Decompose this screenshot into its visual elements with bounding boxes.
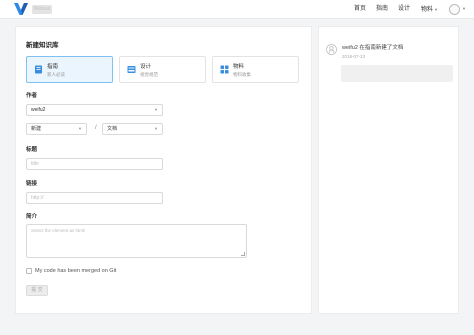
nav-item-guide[interactable]: 指南 bbox=[376, 6, 388, 13]
activity-placeholder-bar bbox=[341, 65, 453, 82]
title-label: 标题 bbox=[26, 147, 38, 153]
intro-placeholder: Select the element as html! bbox=[31, 228, 86, 233]
type-card-title: 指南 bbox=[47, 64, 59, 70]
author-label: 作者 bbox=[26, 93, 38, 99]
page-title: 新建知识库 bbox=[26, 42, 59, 49]
merged-checkbox-label[interactable]: My code has been merged on Git bbox=[35, 268, 116, 274]
chevron-down-icon[interactable]: ▼ bbox=[462, 6, 466, 11]
type-card-title: 设计 bbox=[140, 64, 152, 70]
activity-user[interactable]: weifu2 bbox=[342, 45, 358, 51]
link-label: 链接 bbox=[26, 181, 38, 187]
top-navbar: Weisue 首页 指南 设计 物料▼ ▼ bbox=[0, 0, 474, 19]
nav-item-materials[interactable]: 物料▼ bbox=[421, 6, 438, 14]
type-card-design[interactable]: 设计 视觉规范 bbox=[119, 56, 206, 83]
logo-icon[interactable] bbox=[14, 3, 28, 15]
merged-checkbox[interactable] bbox=[26, 268, 32, 274]
grid-icon bbox=[220, 65, 229, 74]
type-card-title: 物料 bbox=[233, 64, 245, 70]
author-value: weifu2 bbox=[31, 107, 46, 113]
doc-type-select[interactable]: 文档 ▼ bbox=[102, 123, 163, 135]
chevron-down-icon: ▼ bbox=[434, 7, 438, 12]
intro-textarea[interactable]: Select the element as html! bbox=[26, 224, 247, 258]
user-avatar[interactable] bbox=[449, 4, 460, 15]
brand-name: Weisue bbox=[32, 5, 52, 14]
submit-button[interactable]: 提 交 bbox=[26, 285, 48, 296]
select-separator: / bbox=[95, 125, 97, 131]
doc-type-value: 文档 bbox=[107, 126, 118, 132]
type-card-materials[interactable]: 物料 物料收集 bbox=[212, 56, 299, 83]
github-avatar-icon bbox=[326, 44, 337, 55]
author-select[interactable]: weifu2 ▼ bbox=[26, 104, 163, 116]
image-icon bbox=[127, 66, 136, 73]
activity-date: 2018-07-23 bbox=[342, 54, 366, 59]
title-input[interactable]: title bbox=[26, 158, 163, 170]
nav-item-home[interactable]: 首页 bbox=[354, 6, 366, 13]
type-card-desc: 视觉规范 bbox=[140, 72, 158, 77]
create-knowledge-base-form: 新建知识库 指南 新人必读 设计 视觉规范 物料 物料收集 作者 weifu2 … bbox=[15, 26, 312, 314]
activity-action: 在指南新建了文档 bbox=[357, 45, 404, 51]
chevron-down-icon: ▼ bbox=[154, 107, 158, 112]
book-icon bbox=[35, 65, 42, 74]
type-card-guide[interactable]: 指南 新人必读 bbox=[26, 56, 113, 83]
intro-label: 简介 bbox=[26, 214, 38, 220]
link-input[interactable]: http:// bbox=[26, 192, 163, 204]
category-value: 新建 bbox=[31, 126, 42, 132]
nav-item-materials-label: 物料 bbox=[421, 7, 434, 13]
activity-item-text: weifu2 在指南新建了文档 bbox=[342, 45, 403, 51]
type-card-desc: 物料收集 bbox=[233, 72, 251, 77]
type-card-desc: 新人必读 bbox=[47, 72, 65, 77]
resize-handle-icon[interactable] bbox=[241, 252, 245, 256]
nav-item-design[interactable]: 设计 bbox=[398, 6, 410, 13]
activity-panel: weifu2 在指南新建了文档 2018-07-23 bbox=[318, 26, 459, 314]
chevron-down-icon: ▼ bbox=[78, 126, 82, 131]
chevron-down-icon: ▼ bbox=[154, 126, 158, 131]
category-select[interactable]: 新建 ▼ bbox=[26, 123, 87, 135]
